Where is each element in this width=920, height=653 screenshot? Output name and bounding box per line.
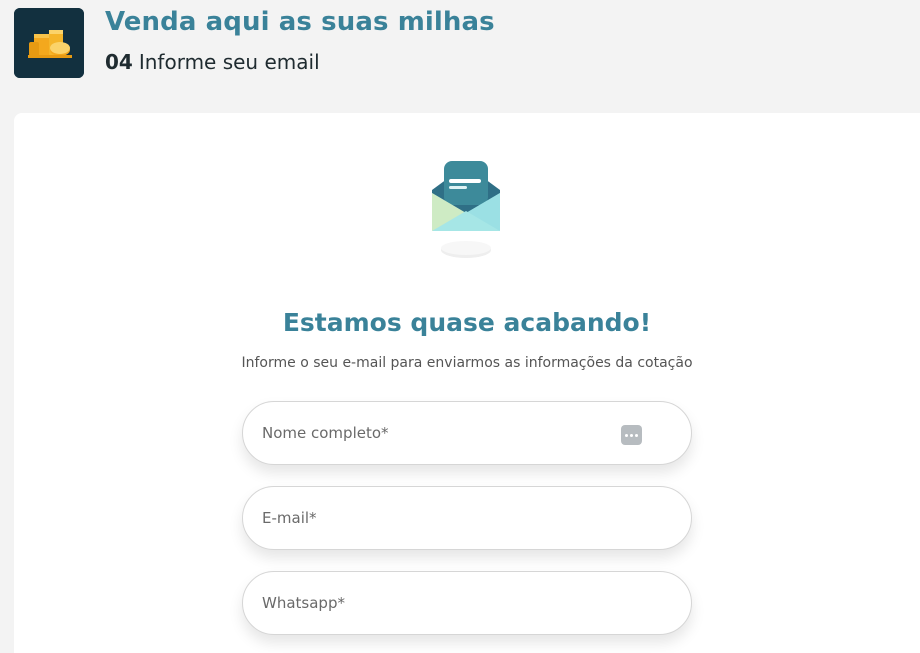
open-envelope-icon xyxy=(432,153,516,263)
page-title: Venda aqui as suas milhas xyxy=(105,7,495,37)
autofill-icon[interactable] xyxy=(621,425,642,445)
step-indicator: 04 Informe seu email xyxy=(105,50,320,74)
step-label: Informe seu email xyxy=(138,50,320,74)
gold-coins-icon xyxy=(14,8,84,78)
email-input[interactable] xyxy=(243,487,691,549)
email-field[interactable] xyxy=(242,486,692,550)
form-headline: Estamos quase acabando! xyxy=(282,308,652,337)
whatsapp-input[interactable] xyxy=(243,572,691,634)
step-number: 04 xyxy=(105,50,133,74)
form-card: Estamos quase acabando! Informe o seu e-… xyxy=(14,113,920,653)
full-name-field[interactable] xyxy=(242,401,692,465)
whatsapp-field[interactable] xyxy=(242,571,692,635)
page-header: Venda aqui as suas milhas 04 Informe seu … xyxy=(0,0,920,112)
form-subtitle: Informe o seu e-mail para enviarmos as i… xyxy=(241,355,693,371)
